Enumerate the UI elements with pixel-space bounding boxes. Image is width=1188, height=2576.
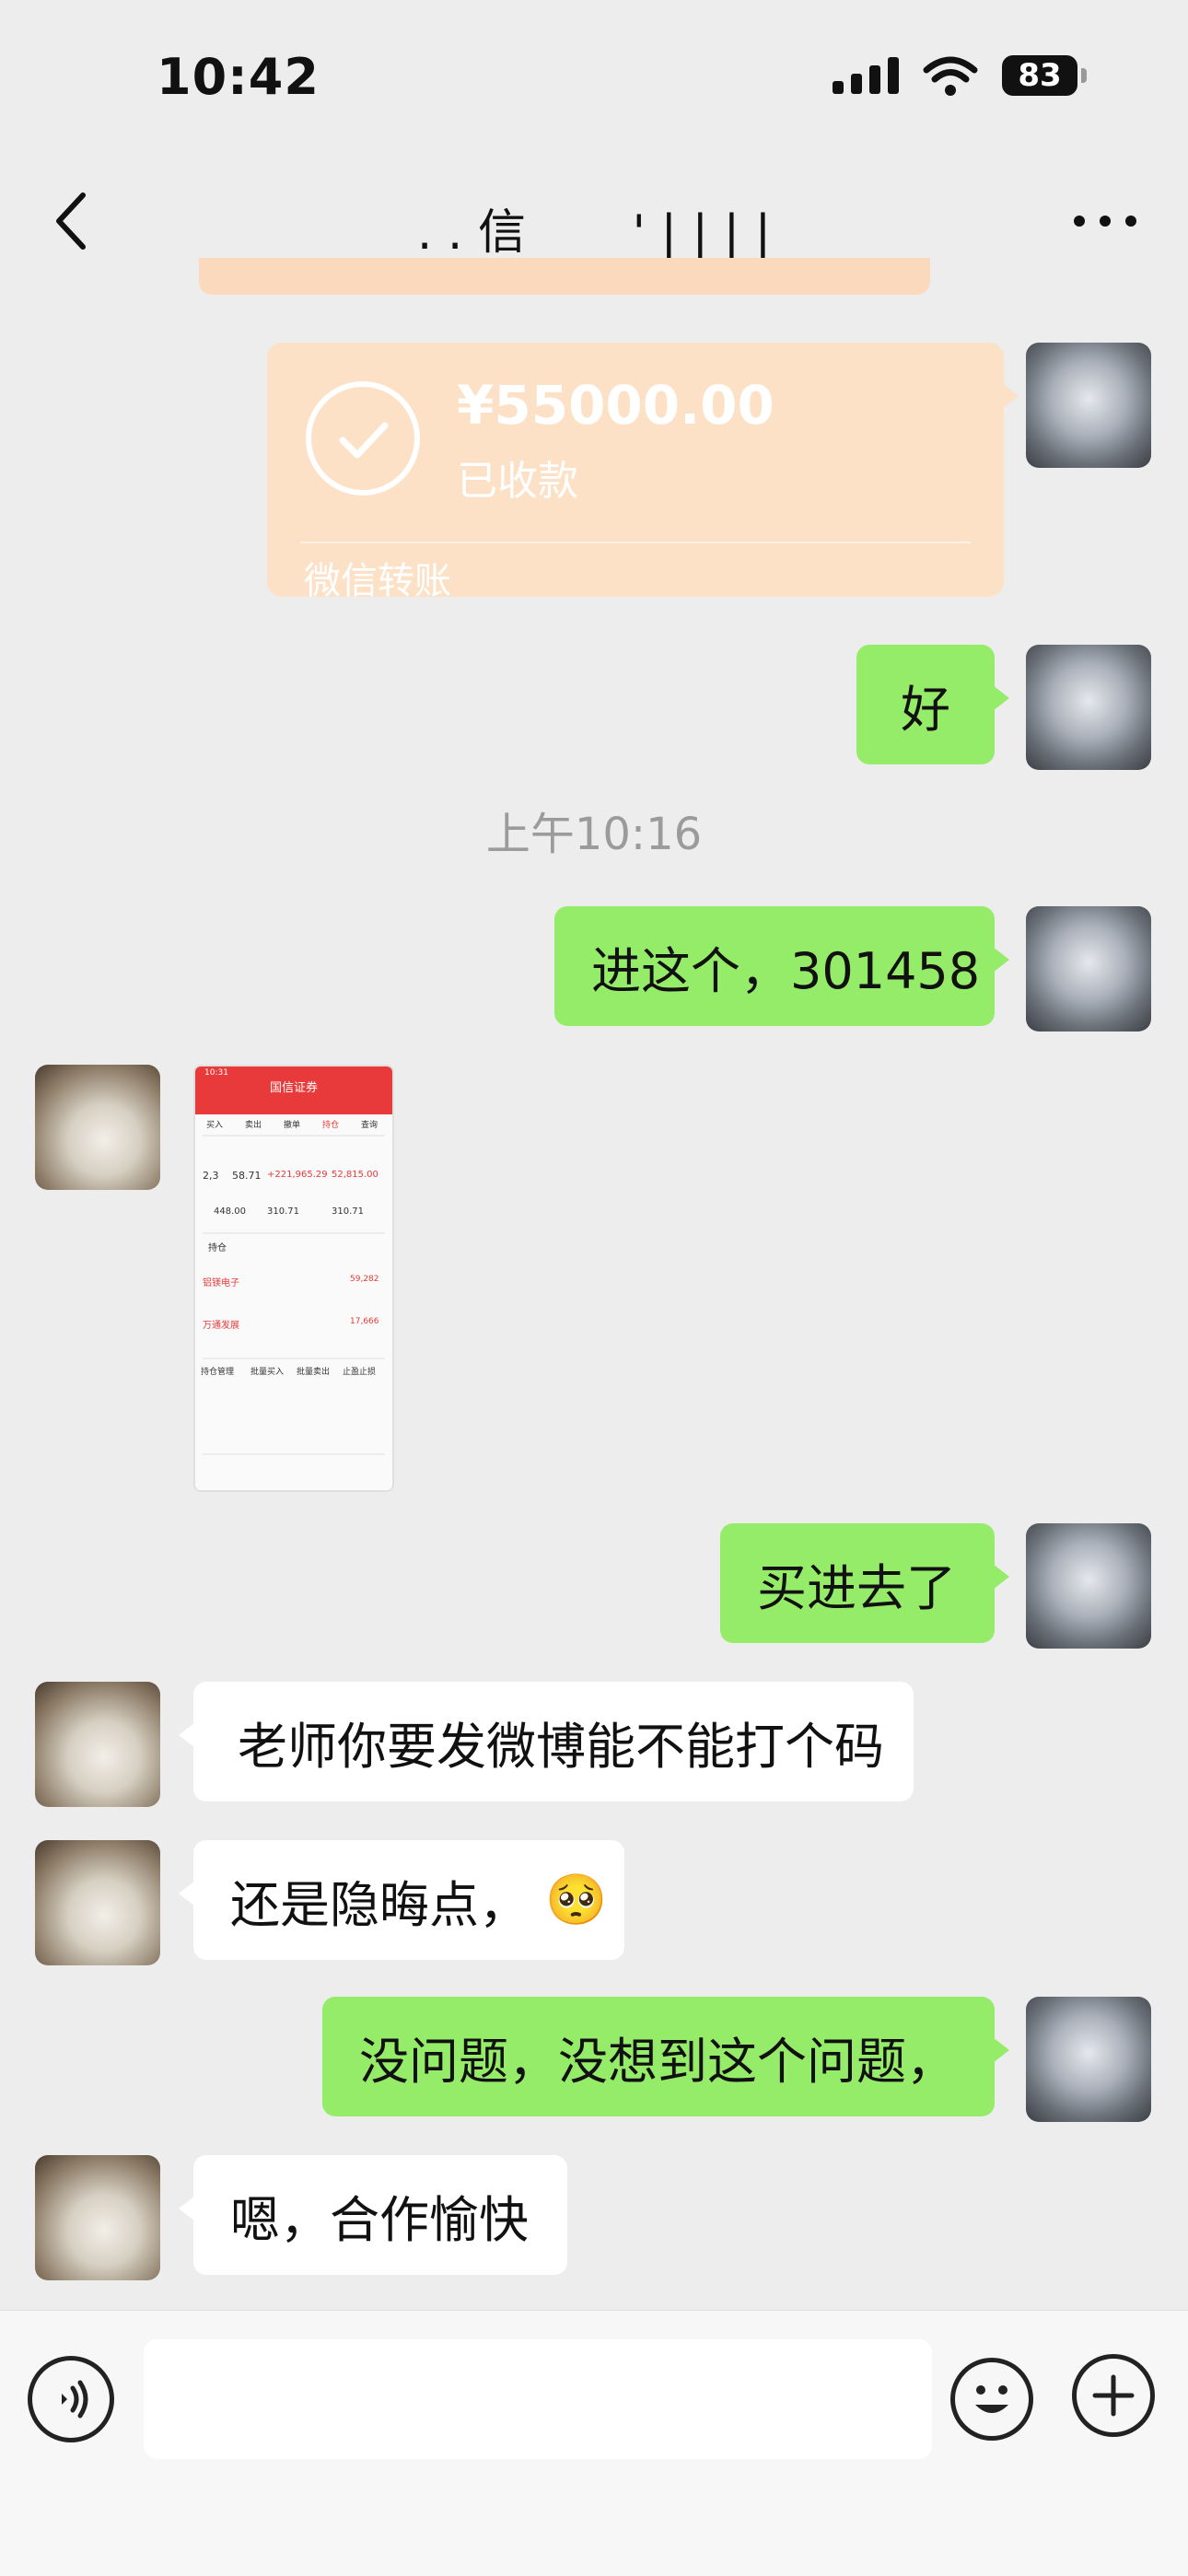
chat-title: . . 信 ' | | | | — [416, 205, 772, 261]
more-icon[interactable] — [1068, 193, 1142, 249]
screenshot-holding: 万通发展 — [203, 1321, 239, 1331]
timestamp: 上午10:16 — [485, 809, 703, 860]
transfer-amount: ¥55000.00 — [457, 374, 775, 437]
message-text: 没问题，没想到这个问题， — [359, 2032, 956, 2091]
status-time: 10:42 — [157, 48, 320, 106]
message-input[interactable] — [144, 2339, 932, 2459]
message-text: 买进去了 — [757, 1558, 956, 1617]
screenshot-holding-value: 59,282 — [350, 1275, 379, 1284]
screenshot-bottom-tab: 批量买入 — [250, 1368, 285, 1377]
battery-level: 83 — [1002, 55, 1077, 96]
message-bubble[interactable]: 好 — [856, 645, 1009, 764]
screenshot-value: 58.71 — [232, 1170, 262, 1182]
screenshot-value: 52,815.00 — [332, 1170, 379, 1180]
screenshot-bottom-tab: 批量卖出 — [297, 1368, 331, 1377]
avatar-peer[interactable] — [35, 2155, 160, 2280]
screenshot-header: 10:31 国信证券 — [195, 1067, 392, 1114]
avatar-peer[interactable] — [35, 1065, 160, 1190]
screenshot-image[interactable]: 10:31 国信证券 买入 卖出 撤单 持仓 查询 2,3 58.71 +221… — [193, 1065, 394, 1492]
screenshot-bottom-tab: 持仓管理 — [201, 1368, 235, 1377]
message-text: 嗯，合作愉快 — [230, 2190, 529, 2249]
screenshot-value: 310.71 — [332, 1206, 364, 1217]
transfer-divider — [300, 542, 971, 543]
wifi-icon — [923, 56, 978, 96]
message-text: 进这个，301458 — [591, 941, 981, 1000]
avatar-self[interactable] — [1026, 906, 1151, 1032]
screenshot-time: 10:31 — [204, 1068, 228, 1078]
screenshot-title: 国信证券 — [269, 1081, 318, 1095]
pleading-face-icon: 🥺 — [545, 1871, 608, 1929]
avatar-self[interactable] — [1026, 645, 1151, 770]
emoji-icon[interactable] — [950, 2358, 1033, 2441]
screenshot-tab: 持仓 — [322, 1121, 340, 1130]
screenshot-value: 2,3 — [203, 1170, 219, 1182]
screenshot-value: +221,965.29 — [267, 1170, 328, 1180]
screenshot-value: 310.71 — [267, 1206, 299, 1217]
message-bubble[interactable]: 买进去了 — [720, 1523, 1009, 1643]
avatar-self[interactable] — [1026, 343, 1151, 468]
avatar-self[interactable] — [1026, 1997, 1151, 2122]
avatar-peer[interactable] — [35, 1682, 160, 1807]
screenshot-value: 448.00 — [214, 1206, 246, 1217]
screenshot-holding-value: 17,666 — [350, 1317, 379, 1326]
screenshot-tab: 撤单 — [284, 1121, 301, 1130]
message-bubble[interactable]: 没问题，没想到这个问题， — [322, 1997, 1009, 2116]
message-text: 好 — [901, 680, 950, 739]
previous-message — [199, 258, 930, 295]
screenshot-bottom-tab: 止盈止损 — [343, 1368, 377, 1377]
plus-icon[interactable] — [1072, 2354, 1155, 2437]
transfer-label: 微信转账 — [304, 560, 451, 602]
transfer-card[interactable]: ¥55000.00 已收款 微信转账 — [267, 343, 1019, 602]
screenshot-tab: 卖出 — [245, 1121, 262, 1130]
avatar-peer[interactable] — [35, 1840, 160, 1965]
voice-icon[interactable] — [28, 2356, 114, 2442]
message-text: 老师你要发微博能不能打个码 — [238, 1717, 884, 1776]
battery-icon: 83 — [1002, 55, 1087, 96]
message-bubble[interactable]: 老师你要发微博能不能打个码 — [179, 1682, 914, 1801]
screenshot-holding: 铝镁电子 — [203, 1278, 239, 1288]
message-text: 还是隐晦点， — [230, 1875, 529, 1934]
screenshot-tab: 买入 — [206, 1121, 224, 1130]
status-icons: 83 — [833, 55, 1087, 96]
message-bubble[interactable]: 进这个，301458 — [554, 906, 1009, 1026]
check-circle-icon — [306, 381, 420, 495]
avatar-self[interactable] — [1026, 1523, 1151, 1649]
signal-icon — [833, 57, 899, 94]
screenshot-tab: 查询 — [361, 1121, 379, 1130]
message-bubble[interactable]: 还是隐晦点， 🥺 — [179, 1840, 624, 1960]
transfer-status: 已收款 — [457, 458, 578, 505]
screenshot-section: 持仓 — [208, 1243, 227, 1253]
message-bubble[interactable]: 嗯，合作愉快 — [179, 2155, 567, 2275]
